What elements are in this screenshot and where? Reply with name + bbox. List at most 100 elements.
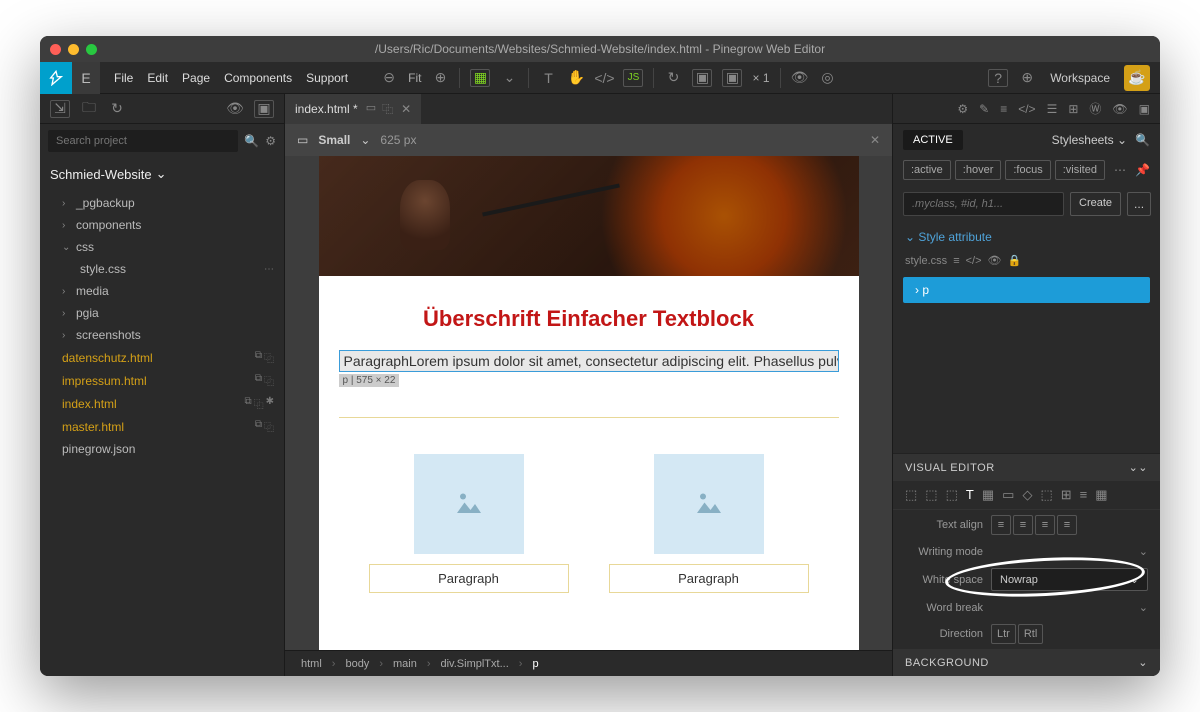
menu-edit[interactable]: Edit — [147, 71, 168, 85]
reload-icon[interactable]: ↻ — [108, 100, 126, 118]
white-space-select[interactable]: Nowrap ⌄ — [991, 568, 1148, 591]
image-placeholder-icon[interactable] — [654, 454, 764, 554]
tab-close-icon[interactable]: ✕ — [401, 102, 411, 116]
chevron-down-icon[interactable]: ⌄ — [1139, 545, 1148, 558]
menu-support[interactable]: Support — [306, 71, 348, 85]
background-icon[interactable]: ▦ — [982, 487, 994, 503]
chevron-down-icon[interactable]: ⌄ — [1138, 656, 1148, 669]
stylecss-row[interactable]: style.css ≡ </> 👁 🔒 — [893, 250, 1160, 271]
border-icon[interactable]: ▭ — [1002, 487, 1014, 503]
chevron-down-icon[interactable]: ⌄ — [500, 69, 518, 87]
search-icon[interactable]: ⊕ — [1018, 69, 1036, 87]
selected-paragraph[interactable]: ParagraphLorem ipsum dolor sit amet, con… — [339, 350, 839, 372]
device-label[interactable]: Small — [318, 133, 350, 147]
target-icon[interactable]: ◎ — [819, 69, 837, 87]
tree-file-master[interactable]: master.html⧉⿻ — [40, 415, 284, 438]
pseudo-hover[interactable]: :hover — [955, 160, 1002, 180]
menu-page[interactable]: Page — [182, 71, 210, 85]
workspace-label[interactable]: Workspace — [1050, 71, 1110, 85]
chevron-down-icon[interactable]: ⌄ — [360, 133, 370, 147]
close-canvas-icon[interactable]: ✕ — [870, 133, 880, 147]
list-icon[interactable]: ≡ — [1080, 487, 1088, 503]
settings-icon[interactable]: ⚙ — [957, 102, 968, 116]
device-icon[interactable]: ▭ — [366, 101, 376, 117]
tree-file-datenschutz[interactable]: datenschutz.html⧉⿻ — [40, 346, 284, 369]
crumb-div[interactable]: div.SimplTxt... — [435, 656, 515, 672]
menu-file[interactable]: File — [114, 71, 133, 85]
eye-icon[interactable]: 👁 — [226, 100, 244, 118]
stylesheets-dropdown[interactable]: Stylesheets ⌄ — [1052, 133, 1127, 147]
grid-icon[interactable]: ≡ — [1000, 102, 1007, 116]
layout-icon[interactable]: ▣ — [254, 100, 274, 118]
device-icon[interactable]: ▭ — [297, 133, 308, 147]
search-icon[interactable]: 🔍 — [1135, 133, 1150, 147]
close-window-button[interactable] — [50, 44, 61, 55]
tree-folder-css[interactable]: ⌄css — [40, 236, 284, 258]
fit-label[interactable]: Fit — [408, 71, 421, 85]
pin-icon[interactable]: 📌 — [1135, 163, 1150, 177]
tab-index[interactable]: index.html * ▭ ⿻ ✕ — [285, 94, 422, 124]
chevron-down-icon[interactable]: ⌄ — [1139, 601, 1148, 614]
refresh-icon[interactable]: ↻ — [664, 69, 682, 87]
selector-input[interactable] — [903, 192, 1064, 216]
zoom-in-icon[interactable]: ⊕ — [431, 69, 449, 87]
visibility-off-icon[interactable]: 👁 — [791, 69, 809, 87]
tree-file-stylecss[interactable]: style.css⋯ — [40, 258, 284, 280]
grid-icon[interactable]: ▦ — [1095, 487, 1107, 503]
align-right-button[interactable]: ≡ — [1035, 515, 1055, 535]
paragraph-box-2[interactable]: Paragraph — [609, 564, 809, 593]
coffee-icon[interactable]: ☕ — [1124, 65, 1150, 91]
menu-components[interactable]: Components — [224, 71, 292, 85]
create-button[interactable]: Create — [1070, 192, 1121, 216]
align-justify-button[interactable]: ≡ — [1057, 515, 1077, 535]
tree-folder-media[interactable]: ›media — [40, 280, 284, 302]
grid-icon[interactable]: ▦ — [470, 69, 490, 87]
project-name[interactable]: Schmied-Website ⌄ — [40, 158, 284, 190]
direction-rtl-button[interactable]: Rtl — [1018, 624, 1043, 644]
hand-icon[interactable]: ✋ — [567, 69, 585, 87]
folder-icon[interactable]: 🗀 — [80, 100, 98, 118]
canvas-scroll[interactable]: Überschrift Einfacher Textblock Paragrap… — [285, 156, 892, 650]
padding-icon[interactable]: ⬚ — [925, 487, 937, 503]
canvas-page[interactable]: Überschrift Einfacher Textblock Paragrap… — [319, 156, 859, 650]
margin-icon[interactable]: ⬚ — [905, 487, 917, 503]
search-submit-icon[interactable]: 🔍 — [244, 134, 259, 148]
filter-icon[interactable]: ⚙ — [265, 134, 276, 148]
code-icon[interactable]: </> — [1018, 102, 1035, 116]
active-tab[interactable]: ACTIVE — [903, 130, 963, 150]
tree-file-index[interactable]: index.html⧉⿻✱ — [40, 392, 284, 415]
menubar-e-button[interactable]: E — [72, 62, 100, 94]
help-icon[interactable]: ? — [988, 69, 1008, 87]
code-icon[interactable]: </> — [595, 69, 613, 87]
pseudo-active[interactable]: :active — [903, 160, 951, 180]
panel-2-icon[interactable]: ▣ — [722, 69, 742, 87]
search-input[interactable] — [48, 130, 238, 152]
crumb-p[interactable]: p — [526, 656, 544, 672]
crumb-main[interactable]: main — [387, 656, 423, 672]
tree-file-pinegrowjson[interactable]: pinegrow.json — [40, 438, 284, 460]
style-attribute-row[interactable]: ⌄ Style attribute — [893, 224, 1160, 250]
wordpress-icon[interactable]: Ⓦ — [1089, 100, 1101, 117]
zoom-out-icon[interactable]: ⊖ — [380, 69, 398, 87]
visual-editor-header[interactable]: VISUAL EDITOR ⌄⌄ — [893, 453, 1160, 481]
pseudo-visited[interactable]: :visited — [1055, 160, 1105, 180]
transform-icon[interactable]: ⬚ — [1040, 487, 1052, 503]
tree-folder-pgbackup[interactable]: ›_pgbackup — [40, 192, 284, 214]
paragraph-box-1[interactable]: Paragraph — [369, 564, 569, 593]
direction-ltr-button[interactable]: Ltr — [991, 624, 1016, 644]
pinegrow-logo[interactable] — [40, 62, 72, 94]
shape-icon[interactable]: ◇ — [1022, 487, 1032, 503]
flex-icon[interactable]: ⊞ — [1061, 487, 1072, 503]
background-header[interactable]: BACKGROUND ⌄ — [893, 649, 1160, 676]
tree-folder-components[interactable]: ›components — [40, 214, 284, 236]
eye-icon[interactable]: 👁 — [1112, 102, 1127, 116]
minimize-window-button[interactable] — [68, 44, 79, 55]
css-rule-p[interactable]: › p — [903, 277, 1150, 303]
crumb-html[interactable]: html — [295, 656, 328, 672]
page-heading[interactable]: Überschrift Einfacher Textblock — [339, 306, 839, 332]
size-icon[interactable]: ⬚ — [946, 487, 958, 503]
tree-folder-pgia[interactable]: ›pgia — [40, 302, 284, 324]
collapse-icon[interactable]: ⇲ — [50, 100, 70, 118]
brush-icon[interactable]: ✎ — [979, 102, 989, 116]
js-icon[interactable]: JS — [623, 69, 643, 87]
